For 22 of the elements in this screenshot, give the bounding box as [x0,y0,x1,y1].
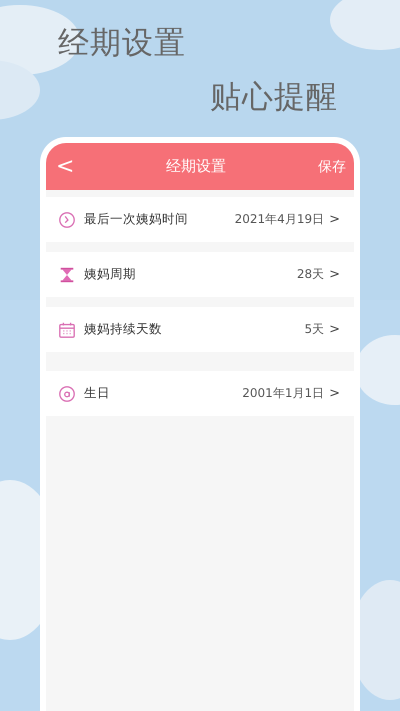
setting-label: 最后一次姨妈时间 [84,211,189,228]
setting-label: 姨妈周期 [84,266,137,283]
hourglass-icon [58,266,76,284]
subheadline: 贴心提醒 [210,78,338,117]
chevron: > [329,267,340,282]
at-sign-icon [58,384,76,402]
setting-value: 2001年1月1日 [242,385,324,402]
chevron: > [329,386,340,401]
calendar-icon [58,320,76,338]
setting-value: 2021年4月19日 [234,211,324,228]
setting-row[interactable]: 姨妈持续天数 5天 > [46,307,354,352]
setting-label: 生日 [84,385,111,402]
headline: 经期设置 [58,24,186,63]
setting-row[interactable]: 姨妈周期 28天 > [46,252,354,297]
screen-title: 经期设置 [166,157,226,176]
setting-value: 28天 [296,266,324,283]
chevron: > [329,322,340,337]
setting-row[interactable]: 最后一次姨妈时间 2021年4月19日 > [46,197,354,242]
chevron: > [329,212,340,227]
setting-label: 姨妈持续天数 [84,321,163,338]
setting-row[interactable]: 生日 2001年1月1日 > [46,371,354,416]
setting-value: 5天 [304,321,324,338]
